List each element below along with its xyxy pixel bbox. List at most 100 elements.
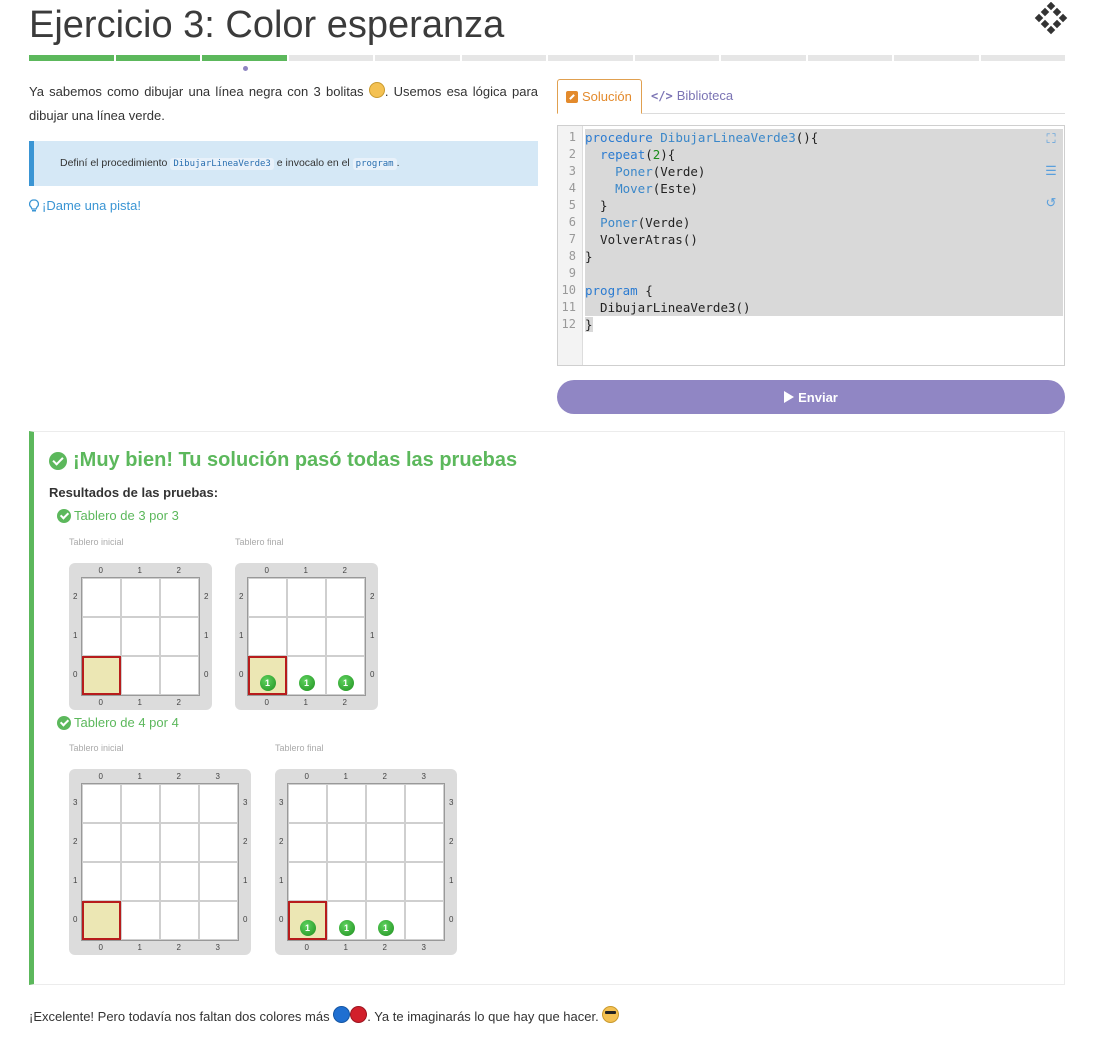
board-cell <box>199 862 238 901</box>
line-number: 9 <box>568 266 576 280</box>
results-subtitle: Resultados de las pruebas: <box>49 485 219 500</box>
tab-library[interactable]: </> Biblioteca <box>643 79 741 112</box>
progress-segment[interactable] <box>461 55 546 61</box>
progress-segment[interactable] <box>634 55 719 61</box>
progress-segment[interactable] <box>894 55 979 61</box>
submit-button[interactable]: Enviar <box>557 380 1065 414</box>
board-cell <box>199 784 238 823</box>
column-index: 0 <box>304 772 309 781</box>
board-cell <box>160 862 199 901</box>
column-index: 2 <box>176 566 181 575</box>
program-keyword-code: program <box>352 158 397 170</box>
board-cell: 1 <box>326 656 365 695</box>
sunglasses-face-icon <box>602 1006 620 1023</box>
column-index: 0 <box>98 772 103 781</box>
board-cell <box>326 617 365 656</box>
code-line: } <box>585 197 1063 214</box>
green-ball: 1 <box>259 675 276 691</box>
progress-segment[interactable] <box>29 55 114 61</box>
row-index: 2 <box>370 591 375 601</box>
board-cell: 1 <box>366 901 405 940</box>
code-line: Mover(Este) <box>585 180 1063 197</box>
board-cell <box>160 784 199 823</box>
check-circle-icon <box>49 451 67 470</box>
row-index: 2 <box>73 591 78 601</box>
board-cell <box>366 823 405 862</box>
exercise-description: Ya sabemos como dibujar una línea negra … <box>29 82 539 123</box>
check-circle-icon <box>57 508 71 523</box>
line-number: 3 <box>568 164 576 178</box>
editor-tabs: Solución </> Biblioteca <box>557 79 1065 114</box>
row-index: 2 <box>243 836 248 846</box>
row-index: 2 <box>73 836 78 846</box>
progress-segment[interactable] <box>375 55 460 61</box>
progress-segment[interactable] <box>980 55 1065 61</box>
final-board-label: Tablero final <box>235 537 284 547</box>
green-ball: 1 <box>298 675 315 691</box>
column-index: 1 <box>137 698 142 707</box>
reset-icon[interactable]: ↺ <box>1044 196 1058 210</box>
board-cell <box>121 862 160 901</box>
board-cell <box>160 823 199 862</box>
line-number-gutter: 1 2 3 4 5 6 7 8 9 10 11 12 <box>558 126 583 365</box>
column-index: 1 <box>303 566 308 575</box>
initial-board-label: Tablero inicial <box>69 537 124 547</box>
column-index: 3 <box>421 772 426 781</box>
code-line: } <box>585 248 1063 265</box>
hint-link[interactable]: ¡Dame una pista! <box>29 198 141 213</box>
board-cell <box>366 862 405 901</box>
exercise-title: Ejercicio 3: Color esperanza <box>29 4 505 46</box>
board-grid: 1 1 1 <box>287 783 445 941</box>
progress-segment[interactable] <box>288 55 373 61</box>
line-number: 11 <box>561 300 576 314</box>
procedure-name-code: DibujarLineaVerde3 <box>170 158 274 170</box>
test-case-title: Tablero de 3 por 3 <box>57 508 179 523</box>
row-index: 2 <box>239 591 244 601</box>
row-index: 0 <box>449 914 454 924</box>
progress-segment[interactable] <box>202 55 287 61</box>
progress-segment[interactable] <box>721 55 806 61</box>
board-cell <box>160 656 199 695</box>
board-cell <box>287 578 326 617</box>
board-cell <box>248 617 287 656</box>
board-cell <box>288 823 327 862</box>
instruction-box: Definí el procedimiento DibujarLineaVerd… <box>29 141 538 186</box>
row-index: 3 <box>279 797 284 807</box>
progress-segment[interactable] <box>548 55 633 61</box>
board-cell <box>82 617 121 656</box>
board-cell <box>121 901 160 940</box>
code-line <box>585 265 1063 282</box>
row-index: 2 <box>204 591 209 601</box>
board-cell: 1 <box>327 901 366 940</box>
current-exercise-dot <box>243 66 248 71</box>
column-index: 1 <box>343 772 348 781</box>
final-board-label: Tablero final <box>275 743 324 753</box>
code-line: Poner(Verde) <box>585 214 1063 231</box>
code-line: repeat(2){ <box>585 146 1063 163</box>
format-indent-icon[interactable]: ☰ <box>1044 164 1058 178</box>
row-index: 0 <box>243 914 248 924</box>
tab-solution[interactable]: Solución <box>557 79 642 114</box>
row-index: 1 <box>239 630 244 640</box>
column-index: 0 <box>264 566 269 575</box>
row-index: 3 <box>73 797 78 807</box>
hint-label: ¡Dame una pista! <box>42 198 141 213</box>
progress-segment[interactable] <box>807 55 892 61</box>
board-cell-head: 1 <box>288 901 327 940</box>
clapping-hands-icon <box>368 82 385 98</box>
row-index: 1 <box>204 630 209 640</box>
board-cell <box>327 784 366 823</box>
red-circle-icon <box>350 1006 368 1023</box>
progress-segment[interactable] <box>115 55 200 61</box>
board-cell <box>327 823 366 862</box>
board-cell: 1 <box>287 656 326 695</box>
row-index: 1 <box>449 875 454 885</box>
row-index: 1 <box>243 875 248 885</box>
board-cell <box>248 578 287 617</box>
code-content[interactable]: procedure DibujarLineaVerde3(){ repeat(2… <box>585 129 1063 333</box>
fullscreen-icon[interactable]: ⛶ <box>1044 132 1058 146</box>
board-cell-head <box>82 901 121 940</box>
code-editor[interactable]: 1 2 3 4 5 6 7 8 9 10 11 12 procedure DibujarLineaVe… <box>557 125 1065 366</box>
column-index: 1 <box>137 772 142 781</box>
row-index: 0 <box>239 669 244 679</box>
